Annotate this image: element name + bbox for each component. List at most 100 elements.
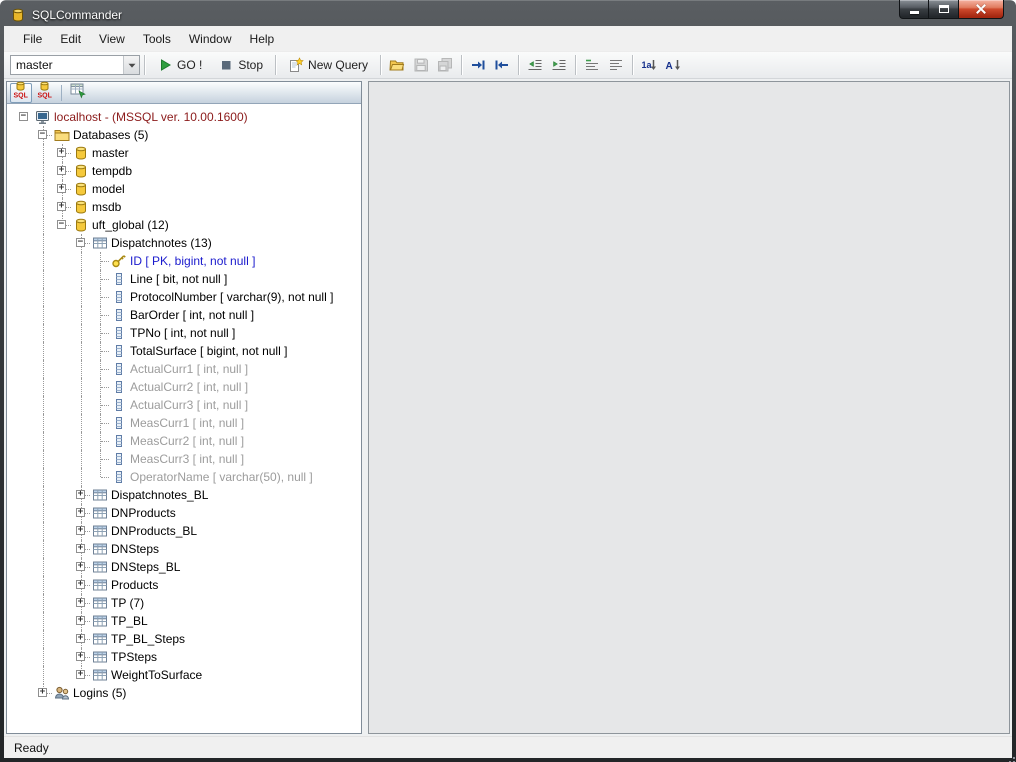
tree-item[interactable]: + msdb xyxy=(15,198,361,216)
menu-edit[interactable]: Edit xyxy=(51,26,90,51)
tree-guide xyxy=(53,270,72,288)
expand-toggle[interactable]: + xyxy=(76,544,85,553)
expand-toggle[interactable]: + xyxy=(76,490,85,499)
tree-item[interactable]: ActualCurr2 [ int, null ] xyxy=(15,378,361,396)
tree-item[interactable]: + DNProducts xyxy=(15,504,361,522)
tree-guide xyxy=(15,648,34,666)
titlebar[interactable]: SQLCommander xyxy=(0,0,1016,26)
tree-guide xyxy=(15,594,34,612)
comment-lines-icon xyxy=(584,57,600,73)
tree-item[interactable]: + master xyxy=(15,144,361,162)
tab-sql-connection-1[interactable]: SQL xyxy=(10,81,32,103)
tree-item[interactable]: MeasCurr3 [ int, null ] xyxy=(15,450,361,468)
expand-toggle[interactable]: + xyxy=(76,670,85,679)
tree-item[interactable]: − Databases (5) xyxy=(15,126,361,144)
column-icon xyxy=(110,379,128,395)
expand-toggle[interactable]: + xyxy=(38,688,47,697)
go-button[interactable]: GO ! xyxy=(149,54,210,76)
tree-item[interactable]: + DNSteps xyxy=(15,540,361,558)
tree-item[interactable]: + model xyxy=(15,180,361,198)
minimize-button[interactable] xyxy=(899,0,929,19)
tree-guide xyxy=(72,342,91,360)
tree-item[interactable]: ID [ PK, bigint, not null ] xyxy=(15,252,361,270)
menu-tools[interactable]: Tools xyxy=(134,26,180,51)
maximize-button[interactable] xyxy=(929,0,958,19)
tab-table-browser[interactable] xyxy=(67,83,89,103)
tree-connector xyxy=(91,468,110,486)
make-lowercase-button[interactable]: 1a xyxy=(637,54,661,76)
expand-toggle[interactable]: + xyxy=(76,562,85,571)
tree-guide xyxy=(34,396,53,414)
tree-item[interactable]: + Logins (5) xyxy=(15,684,361,702)
tree-item[interactable]: BarOrder [ int, not null ] xyxy=(15,306,361,324)
tree-item[interactable]: + WeightToSurface xyxy=(15,666,361,684)
menu-window[interactable]: Window xyxy=(180,26,241,51)
menu-help[interactable]: Help xyxy=(241,26,284,51)
tree-item[interactable]: + TPSteps xyxy=(15,648,361,666)
tree-item[interactable]: TPNo [ int, not null ] xyxy=(15,324,361,342)
tree-item[interactable]: + tempdb xyxy=(15,162,361,180)
tree-item[interactable]: ProtocolNumber [ varchar(9), not null ] xyxy=(15,288,361,306)
dropdown-arrow-icon xyxy=(123,56,139,74)
tree-item[interactable]: + DNProducts_BL xyxy=(15,522,361,540)
expand-toggle[interactable]: + xyxy=(76,526,85,535)
tree-guide xyxy=(34,324,53,342)
tree-item[interactable]: + TP_BL_Steps xyxy=(15,630,361,648)
menu-view[interactable]: View xyxy=(90,26,134,51)
new-query-button[interactable]: New Query xyxy=(280,54,376,76)
expand-toggle[interactable]: + xyxy=(57,184,66,193)
tree-item[interactable]: − uft_global (12) xyxy=(15,216,361,234)
tree-guide xyxy=(53,360,72,378)
tree-item-label: ID [ PK, bigint, not null ] xyxy=(130,254,256,268)
expand-toggle[interactable]: + xyxy=(57,166,66,175)
tree-guide xyxy=(53,234,72,252)
tree-item[interactable]: TotalSurface [ bigint, not null ] xyxy=(15,342,361,360)
expand-toggle[interactable]: + xyxy=(76,508,85,517)
tree-item[interactable]: + TP_BL xyxy=(15,612,361,630)
uncomment-lines-button[interactable] xyxy=(604,54,628,76)
tree-guide xyxy=(34,594,53,612)
tab-sql-connection-2[interactable]: SQL xyxy=(34,81,56,103)
stop-button[interactable]: Stop xyxy=(210,54,271,76)
tree-guide xyxy=(15,360,34,378)
tree-item[interactable]: OperatorName [ varchar(50), null ] xyxy=(15,468,361,486)
table-icon xyxy=(91,631,109,647)
tree-item[interactable]: − localhost - (MSSQL ver. 10.00.1600) xyxy=(15,108,361,126)
database-dropdown[interactable]: master xyxy=(10,55,140,75)
tree-item[interactable]: + TP (7) xyxy=(15,594,361,612)
comment-lines-button[interactable] xyxy=(580,54,604,76)
tree-item-label: MeasCurr1 [ int, null ] xyxy=(130,416,245,430)
svg-text:1a: 1a xyxy=(642,60,653,70)
expand-toggle[interactable]: + xyxy=(76,652,85,661)
decrease-indent-button[interactable] xyxy=(523,54,547,76)
make-uppercase-button[interactable]: A xyxy=(661,54,685,76)
expand-toggle[interactable]: + xyxy=(76,598,85,607)
expand-toggle[interactable]: + xyxy=(76,616,85,625)
collapse-toggle[interactable]: − xyxy=(57,220,66,229)
collapse-toggle[interactable]: − xyxy=(38,130,47,139)
tree-item[interactable]: MeasCurr2 [ int, null ] xyxy=(15,432,361,450)
tree-item[interactable]: Line [ bit, not null ] xyxy=(15,270,361,288)
expand-toggle[interactable]: + xyxy=(76,580,85,589)
object-tree: − localhost - (MSSQL ver. 10.00.1600) − Dat… xyxy=(7,104,361,733)
expand-toggle[interactable]: + xyxy=(57,202,66,211)
tree-item[interactable]: ActualCurr1 [ int, null ] xyxy=(15,360,361,378)
tree-item[interactable]: − Dispatchnotes (13) xyxy=(15,234,361,252)
open-file-button[interactable] xyxy=(385,54,409,76)
collapse-toggle[interactable]: − xyxy=(76,238,85,247)
menu-file[interactable]: File xyxy=(14,26,51,51)
collapse-toggle[interactable]: − xyxy=(19,112,28,121)
expand-toggle[interactable]: + xyxy=(76,634,85,643)
tree-item[interactable]: MeasCurr1 [ int, null ] xyxy=(15,414,361,432)
resize-grip[interactable] xyxy=(1007,753,1009,755)
tree-item[interactable]: + Products xyxy=(15,576,361,594)
increase-indent-button[interactable] xyxy=(547,54,571,76)
tree-item[interactable]: + DNSteps_BL xyxy=(15,558,361,576)
expand-toggle[interactable]: + xyxy=(57,148,66,157)
goto-next-button[interactable] xyxy=(466,54,490,76)
goto-previous-button[interactable] xyxy=(490,54,514,76)
maximize-icon xyxy=(938,5,949,13)
tree-item[interactable]: + Dispatchnotes_BL xyxy=(15,486,361,504)
close-button[interactable] xyxy=(958,0,1004,19)
tree-item[interactable]: ActualCurr3 [ int, null ] xyxy=(15,396,361,414)
